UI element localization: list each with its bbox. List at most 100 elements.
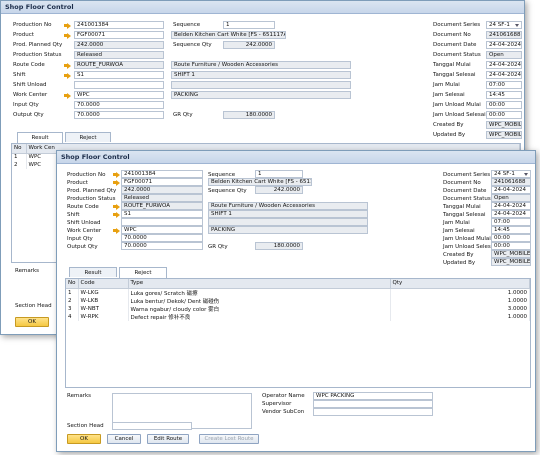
jam-selesai-field[interactable]: 14:45 <box>491 226 531 234</box>
label-document-series: Document Series <box>433 22 481 28</box>
back-window-title: Shop Floor Control <box>1 1 524 14</box>
label-output-qty: Output Qty <box>13 112 44 118</box>
shift-field[interactable]: S1 <box>121 210 203 218</box>
output-qty-field[interactable]: 70.0000 <box>74 111 164 119</box>
document-series-select[interactable]: 24 SF-1 <box>486 21 522 29</box>
link-arrow-icon[interactable] <box>64 32 71 39</box>
cell-qty[interactable]: 3.0000 <box>390 304 530 313</box>
cell-no: 4 <box>66 312 79 321</box>
gr-qty-field: 180.0000 <box>255 242 303 250</box>
tab-result[interactable]: Result <box>69 267 117 277</box>
tab-reject[interactable]: Reject <box>65 132 111 142</box>
supervisor-field[interactable] <box>313 400 433 408</box>
production-no-field[interactable]: 241001384 <box>121 170 203 178</box>
link-arrow-icon[interactable] <box>113 179 120 186</box>
label-prod-planned-qty: Prod. Planned Qty <box>13 42 63 48</box>
created-by-field: WPC_MOBILE1 <box>486 121 522 129</box>
link-arrow-icon[interactable] <box>113 203 120 210</box>
label-section-head: Section Head <box>15 303 52 309</box>
cell-no: 2 <box>66 296 79 305</box>
label-work-center: Work Center <box>67 228 102 234</box>
jam-unload-selesai-field[interactable]: 00:00 <box>486 111 522 119</box>
shift-unload-field[interactable] <box>74 81 164 89</box>
shift-field[interactable]: S1 <box>74 71 164 79</box>
shift-unload-field[interactable] <box>121 218 203 226</box>
label-jam-unload-selesai: Jam Unload Selesai <box>433 112 486 118</box>
vendor-subcon-field[interactable] <box>313 408 433 416</box>
table-row[interactable]: 1 W-LKG Luka gores/ Scratch 磁擦 1.0000 <box>66 288 530 297</box>
label-jam-selesai: Jam Selesai <box>433 92 465 98</box>
link-arrow-icon[interactable] <box>64 92 71 99</box>
chevron-down-icon[interactable] <box>515 23 520 28</box>
sequence-field[interactable]: 1 <box>255 170 303 178</box>
link-arrow-icon[interactable] <box>113 211 120 218</box>
link-arrow-icon[interactable] <box>64 72 71 79</box>
document-no-field: 241061688 <box>491 178 531 186</box>
production-no-field[interactable]: 241001384 <box>74 21 164 29</box>
shift-desc-field: SHIFT 1 <box>171 71 351 79</box>
label-jam-mulai: Jam Mulai <box>443 220 470 226</box>
input-qty-field[interactable]: 70.0000 <box>74 101 164 109</box>
label-input-qty: Input Qty <box>67 236 93 242</box>
jam-mulai-field[interactable]: 07:00 <box>491 218 531 226</box>
cell-qty[interactable]: 1.0000 <box>390 288 530 297</box>
ok-button[interactable]: OK <box>15 317 49 327</box>
document-date-field[interactable]: 24-04-2024 <box>491 186 531 194</box>
tanggal-mulai-field[interactable]: 24-04-2024 <box>486 61 522 69</box>
tanggal-selesai-field[interactable]: 24-04-2024 <box>491 210 531 218</box>
table-row[interactable]: 3 W-NBT Warna ngabur/ cloudy color 雾白 3.… <box>66 304 530 313</box>
table-row[interactable]: 4 W-RPK Defect repair 修补不良 1.0000 <box>66 312 530 321</box>
label-shift-unload: Shift Unload <box>67 220 101 226</box>
label-supervisor: Supervisor <box>262 401 292 407</box>
work-center-field[interactable]: WPC <box>74 91 164 99</box>
tanggal-mulai-field[interactable]: 24-04-2024 <box>491 202 531 210</box>
link-arrow-icon[interactable] <box>64 22 71 29</box>
product-desc-field: Belden Kitchen Cart White [FS - 651117AS… <box>171 31 286 39</box>
link-arrow-icon[interactable] <box>113 227 120 234</box>
tanggal-selesai-field[interactable]: 24-04-2024 <box>486 71 522 79</box>
window-title: Shop Floor Control <box>61 153 130 161</box>
updated-by-field: WPC_MOBILE1 <box>486 131 522 139</box>
output-qty-field[interactable]: 70.0000 <box>121 242 203 250</box>
tab-result[interactable]: Result <box>17 132 63 143</box>
cell-no: 3 <box>66 304 79 313</box>
label-document-date: Document Date <box>433 42 477 48</box>
label-document-status: Document Status <box>443 196 491 202</box>
label-section-head: Section Head <box>67 423 104 429</box>
jam-unload-mulai-field[interactable]: 00:00 <box>491 234 531 242</box>
label-shift: Shift <box>13 72 26 78</box>
cancel-button[interactable]: Cancel <box>107 434 141 444</box>
ok-button[interactable]: OK <box>67 434 101 444</box>
cell-qty[interactable]: 1.0000 <box>390 296 530 305</box>
cell-code: W-LKB <box>78 296 129 305</box>
jam-mulai-field[interactable]: 07:00 <box>486 81 522 89</box>
label-operator-name: Operator Name <box>262 393 305 399</box>
label-jam-unload-selesai: Jam Unload Selesai <box>443 244 496 250</box>
label-tanggal-selesai: Tanggal Selesai <box>443 212 486 218</box>
sequence-field[interactable]: 1 <box>223 21 275 29</box>
jam-unload-mulai-field[interactable]: 00:00 <box>486 101 522 109</box>
table-row[interactable]: 2 W-LKB Luka bentur/ Dekok/ Dent 磁碰伤 1.0… <box>66 296 530 305</box>
product-field[interactable]: FGF00071 <box>121 178 203 186</box>
cell-type: Defect repair 修补不良 <box>128 312 391 321</box>
create-lost-route-button[interactable]: Create Lost Route <box>199 434 259 444</box>
document-series-value: 24 SF-1 <box>494 171 515 177</box>
document-date-field[interactable]: 24-04-2024 <box>486 41 522 49</box>
input-qty-field[interactable]: 70.0000 <box>121 234 203 242</box>
link-arrow-icon[interactable] <box>113 171 120 178</box>
jam-unload-selesai-field[interactable]: 00:00 <box>491 242 531 250</box>
document-status-field: Open <box>491 194 531 202</box>
chevron-down-icon[interactable] <box>524 172 529 177</box>
cell-no: 1 <box>12 153 27 161</box>
section-head-field[interactable] <box>112 422 192 430</box>
cell-qty[interactable]: 1.0000 <box>390 312 530 321</box>
tab-reject[interactable]: Reject <box>119 267 167 278</box>
operator-name-field[interactable]: WPC PACKING <box>313 392 433 400</box>
jam-selesai-field[interactable]: 14:45 <box>486 91 522 99</box>
product-field[interactable]: FGF00071 <box>74 31 164 39</box>
document-series-select[interactable]: 24 SF-1 <box>491 170 531 178</box>
link-arrow-icon[interactable] <box>64 62 71 69</box>
label-sequence: Sequence <box>208 172 236 178</box>
work-center-field[interactable]: WPC <box>121 226 203 234</box>
edit-route-button[interactable]: Edit Route <box>147 434 189 444</box>
